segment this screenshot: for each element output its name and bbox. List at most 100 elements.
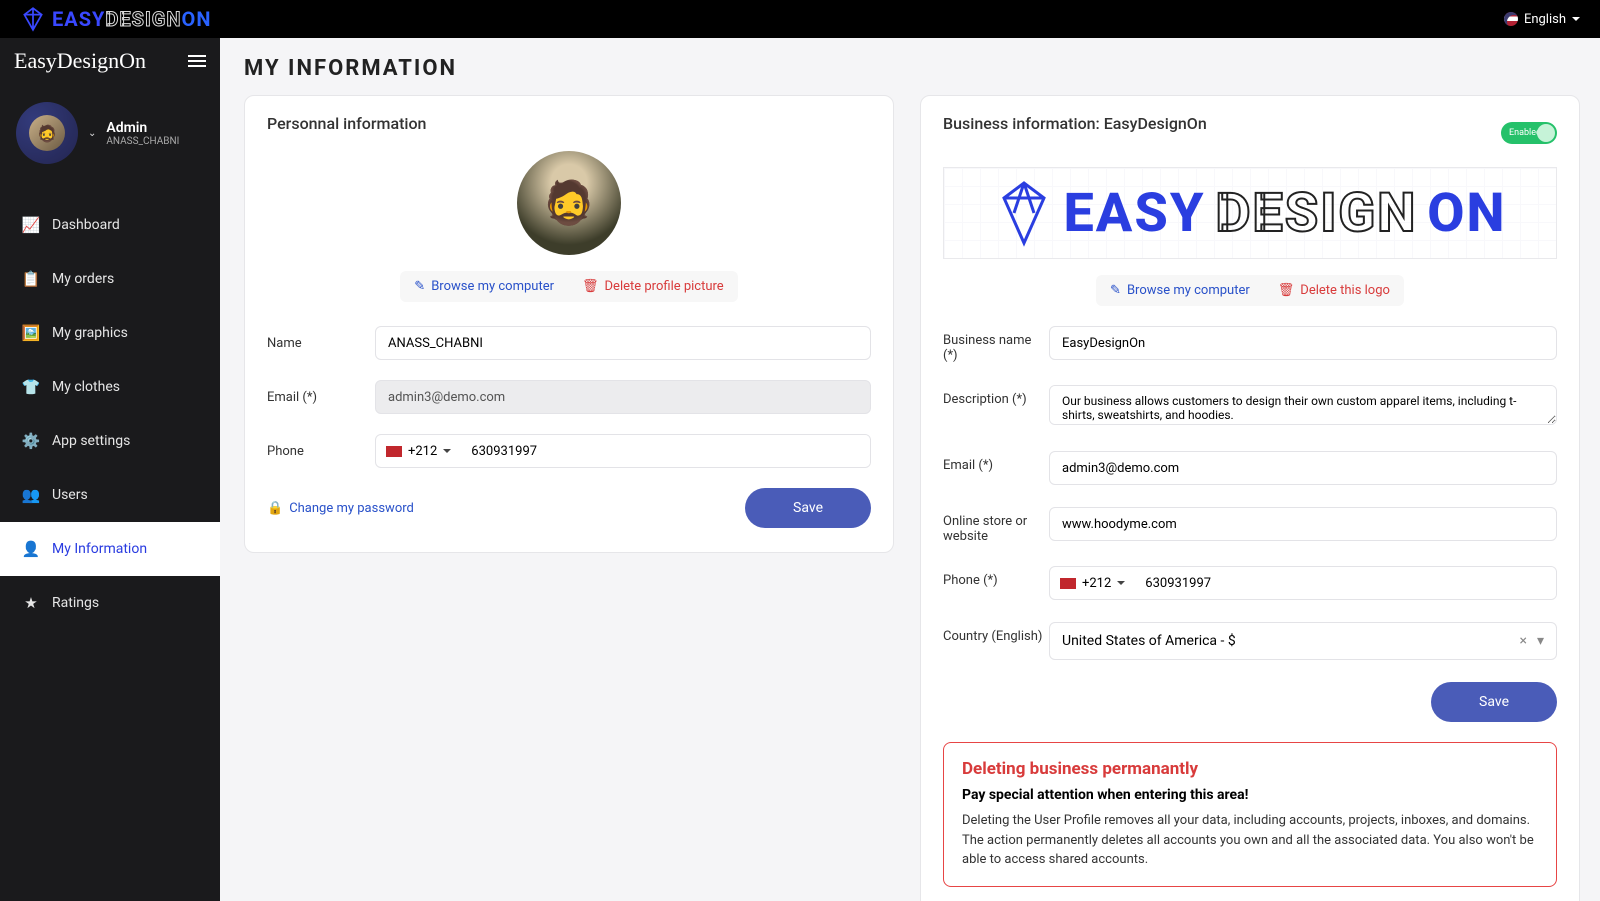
chevron-down-icon — [443, 449, 451, 453]
gem-icon — [20, 6, 46, 32]
sidebar: EasyDesignOn 🧔 ⌄ Admin ANASS_CHABNI 📈 Das… — [0, 38, 220, 901]
personal-header: Personnal information — [267, 114, 871, 133]
language-label: English — [1524, 12, 1566, 27]
email-input — [375, 380, 871, 414]
bizname-input[interactable] — [1049, 326, 1557, 360]
business-logo: EASYDESIGNON — [943, 167, 1557, 259]
name-label: Name — [267, 336, 375, 351]
email-label: Email (*) — [267, 390, 375, 405]
danger-body: Deleting the User Profile removes all yo… — [962, 811, 1538, 870]
us-flag-icon — [1504, 12, 1518, 26]
country-select[interactable]: United States of America - $ × ▾ — [1049, 622, 1557, 660]
star-icon: ★ — [22, 594, 40, 612]
bizphone-label: Phone (*) — [943, 566, 1049, 600]
user-icon: 👤 — [22, 540, 40, 558]
brand-design: DESIGN — [105, 7, 181, 31]
gem-icon — [994, 178, 1054, 248]
delete-picture-button[interactable]: 🗑 Delete profile picture — [568, 271, 738, 302]
sidebar-item-label: My graphics — [52, 325, 128, 341]
browse-logo-label: Browse my computer — [1127, 283, 1250, 298]
profile-block: 🧔 ⌄ Admin ANASS_CHABNI — [0, 84, 220, 188]
morocco-flag-icon — [386, 446, 402, 457]
phone-input[interactable] — [461, 435, 870, 467]
desc-input[interactable]: Our business allows customers to design … — [1049, 385, 1557, 425]
chevron-down-icon — [1572, 17, 1580, 21]
chevron-down-icon — [1117, 581, 1125, 585]
sidebar-item-label: Ratings — [52, 595, 99, 611]
trash-icon: 🗑 — [582, 279, 599, 294]
brand-on: ON — [182, 7, 212, 31]
profile-chevron-icon[interactable]: ⌄ — [88, 128, 96, 139]
business-header: Business information: EasyDesignOn — [943, 114, 1207, 133]
danger-zone: Deleting business permanantly Pay specia… — [943, 742, 1557, 887]
site-input[interactable] — [1049, 507, 1557, 541]
chevron-down-icon[interactable]: ▾ — [1537, 633, 1544, 649]
bizemail-label: Email (*) — [943, 451, 1049, 485]
sidebar-item-label: My clothes — [52, 379, 120, 395]
delete-logo-label: Delete this logo — [1300, 283, 1390, 298]
name-input[interactable] — [375, 326, 871, 360]
brand-easy: EASY — [52, 7, 105, 31]
browse-label: Browse my computer — [431, 279, 554, 294]
logo-on: ON — [1427, 182, 1506, 245]
avatar: 🧔 — [29, 115, 65, 151]
sidebar-item-label: Users — [52, 487, 88, 503]
sidebar-item-settings[interactable]: ⚙️ App settings — [0, 414, 220, 468]
save-button[interactable]: Save — [745, 488, 871, 528]
gear-icon: ⚙️ — [22, 432, 40, 450]
sidebar-item-clothes[interactable]: 👕 My clothes — [0, 360, 220, 414]
morocco-flag-icon — [1060, 578, 1076, 589]
phone-label: Phone — [267, 444, 375, 459]
biz-save-button[interactable]: Save — [1431, 682, 1557, 722]
profile-picture: 🧔 — [517, 151, 621, 255]
sidebar-item-graphics[interactable]: 🖼️My graphics — [0, 306, 220, 360]
sidebar-item-ratings[interactable]: ★ Ratings — [0, 576, 220, 630]
sidebar-brand: EasyDesignOn — [14, 48, 146, 74]
sidebar-item-dashboard[interactable]: 📈 Dashboard — [0, 198, 220, 252]
biz-country-code-selector[interactable]: +212 — [1050, 576, 1135, 591]
logo-design: DESIGN — [1216, 182, 1418, 245]
sidebar-item-orders[interactable]: 📋 My orders — [0, 252, 220, 306]
enabled-toggle[interactable]: Enabled — [1501, 122, 1557, 144]
country-value: United States of America - $ — [1062, 633, 1236, 649]
browse-logo-button[interactable]: ✎ Browse my computer — [1096, 275, 1264, 306]
sidebar-item-label: App settings — [52, 433, 130, 449]
bizname-label: Business name (*) — [943, 326, 1049, 363]
topbar: EASYDESIGNON English — [0, 0, 1600, 38]
browse-picture-button[interactable]: ✎Browse my computer — [400, 271, 568, 302]
business-card: Business information: EasyDesignOn Enabl… — [920, 95, 1580, 901]
language-selector[interactable]: English — [1504, 12, 1580, 27]
chart-line-icon: 📈 — [22, 216, 40, 234]
sidebar-item-label: My orders — [52, 271, 114, 287]
logo-easy: EASY — [1064, 182, 1206, 245]
page-title: MY INFORMATION — [244, 56, 1576, 81]
danger-sub: Pay special attention when entering this… — [962, 787, 1538, 803]
clear-icon[interactable]: × — [1519, 633, 1526, 649]
change-password-label: Change my password — [289, 501, 414, 516]
delete-label: Delete profile picture — [605, 279, 724, 294]
trash-icon: 🗑 — [1278, 283, 1295, 298]
profile-name: Admin — [106, 120, 179, 136]
clipboard-icon: 📋 — [22, 270, 40, 288]
delete-logo-button[interactable]: 🗑 Delete this logo — [1264, 275, 1404, 306]
site-label: Online store or website — [943, 507, 1049, 544]
brand-logo: EASYDESIGNON — [20, 6, 211, 32]
main-content: MY INFORMATION Personnal information 🧔 ✎… — [220, 38, 1600, 901]
menu-toggle-icon[interactable] — [188, 55, 206, 67]
sidebar-item-users[interactable]: 👥 Users — [0, 468, 220, 522]
country-label: Country (English) — [943, 622, 1049, 660]
change-password-link[interactable]: 🔒Change my password — [267, 501, 414, 516]
sidebar-item-label: Dashboard — [52, 217, 120, 233]
bizphone-input[interactable] — [1135, 567, 1556, 599]
bizemail-input[interactable] — [1049, 451, 1557, 485]
users-icon: 👥 — [22, 486, 40, 504]
desc-label: Description (*) — [943, 385, 1049, 429]
biz-cc-label: +212 — [1082, 576, 1111, 591]
profile-username: ANASS_CHABNI — [106, 136, 179, 147]
pencil-icon: ✎ — [1110, 283, 1121, 298]
sidebar-item-label: My Information — [52, 541, 147, 557]
personal-card: Personnal information 🧔 ✎Browse my compu… — [244, 95, 894, 553]
sidebar-item-my-information[interactable]: 👤 My Information — [0, 522, 220, 576]
country-code-selector[interactable]: +212 — [376, 444, 461, 459]
shirt-icon: 👕 — [22, 378, 40, 396]
